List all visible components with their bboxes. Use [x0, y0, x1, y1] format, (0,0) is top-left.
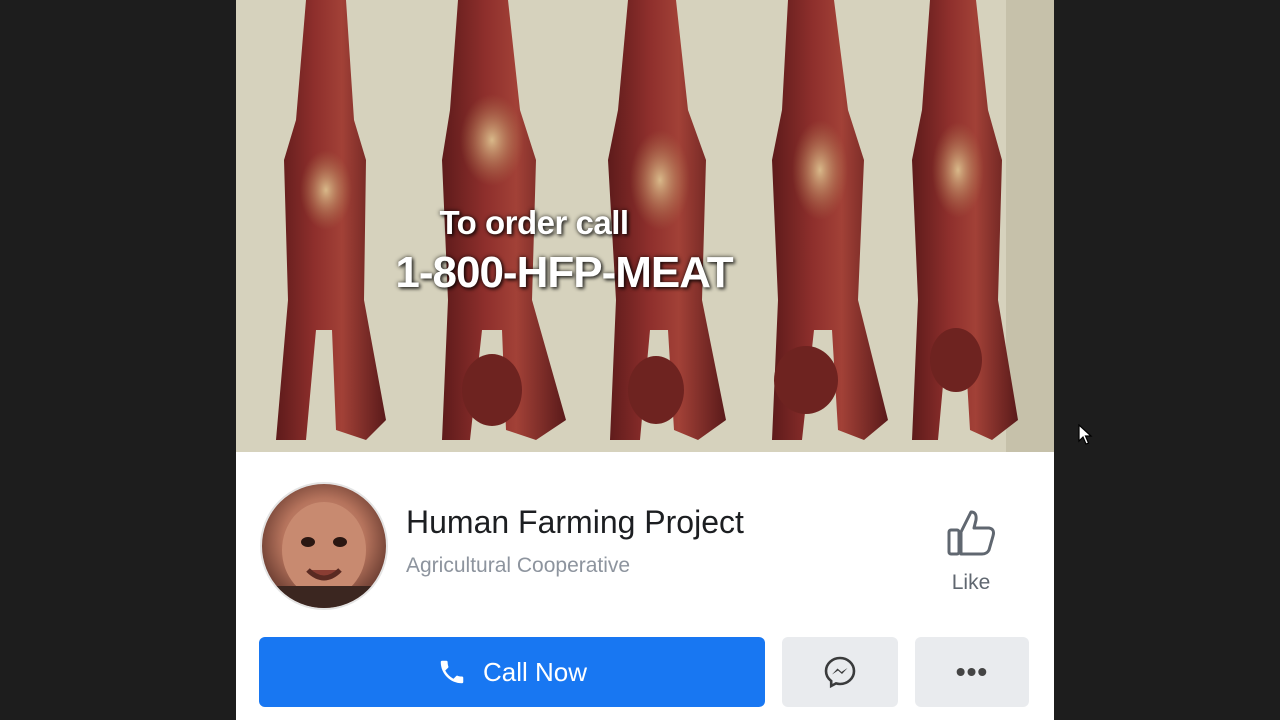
mouse-cursor-icon [1078, 424, 1093, 445]
page-header: Human Farming Project Agricultural Coope… [236, 452, 1054, 620]
page-category: Agricultural Cooperative [406, 554, 631, 577]
cover-caption-line1: To order call [439, 204, 629, 241]
more-dots-icon: ••• [955, 656, 989, 687]
action-bar: Call Now ••• [236, 620, 1054, 720]
page-name[interactable]: Human Farming Project [406, 504, 744, 541]
page-avatar[interactable] [260, 482, 388, 610]
thumbs-up-icon [947, 510, 995, 556]
baby-face-avatar-icon [262, 502, 386, 608]
like-label: Like [951, 571, 991, 594]
facebook-page-panel: To order call 1-800-HFP-MEAT Human Farmi… [236, 0, 1054, 720]
messenger-button[interactable] [782, 637, 898, 707]
phone-icon [437, 657, 467, 687]
cover-caption-phone-number: 1-800-HFP-MEAT [395, 248, 733, 297]
call-now-label: Call Now [482, 656, 588, 687]
call-now-button[interactable]: Call Now [259, 637, 765, 707]
screen: To order call 1-800-HFP-MEAT Human Farmi… [0, 0, 1280, 720]
messenger-icon [824, 656, 856, 689]
more-options-button[interactable]: ••• [915, 637, 1029, 707]
cover-image[interactable]: To order call 1-800-HFP-MEAT [236, 0, 1054, 452]
like-button[interactable]: Like [936, 508, 1006, 598]
